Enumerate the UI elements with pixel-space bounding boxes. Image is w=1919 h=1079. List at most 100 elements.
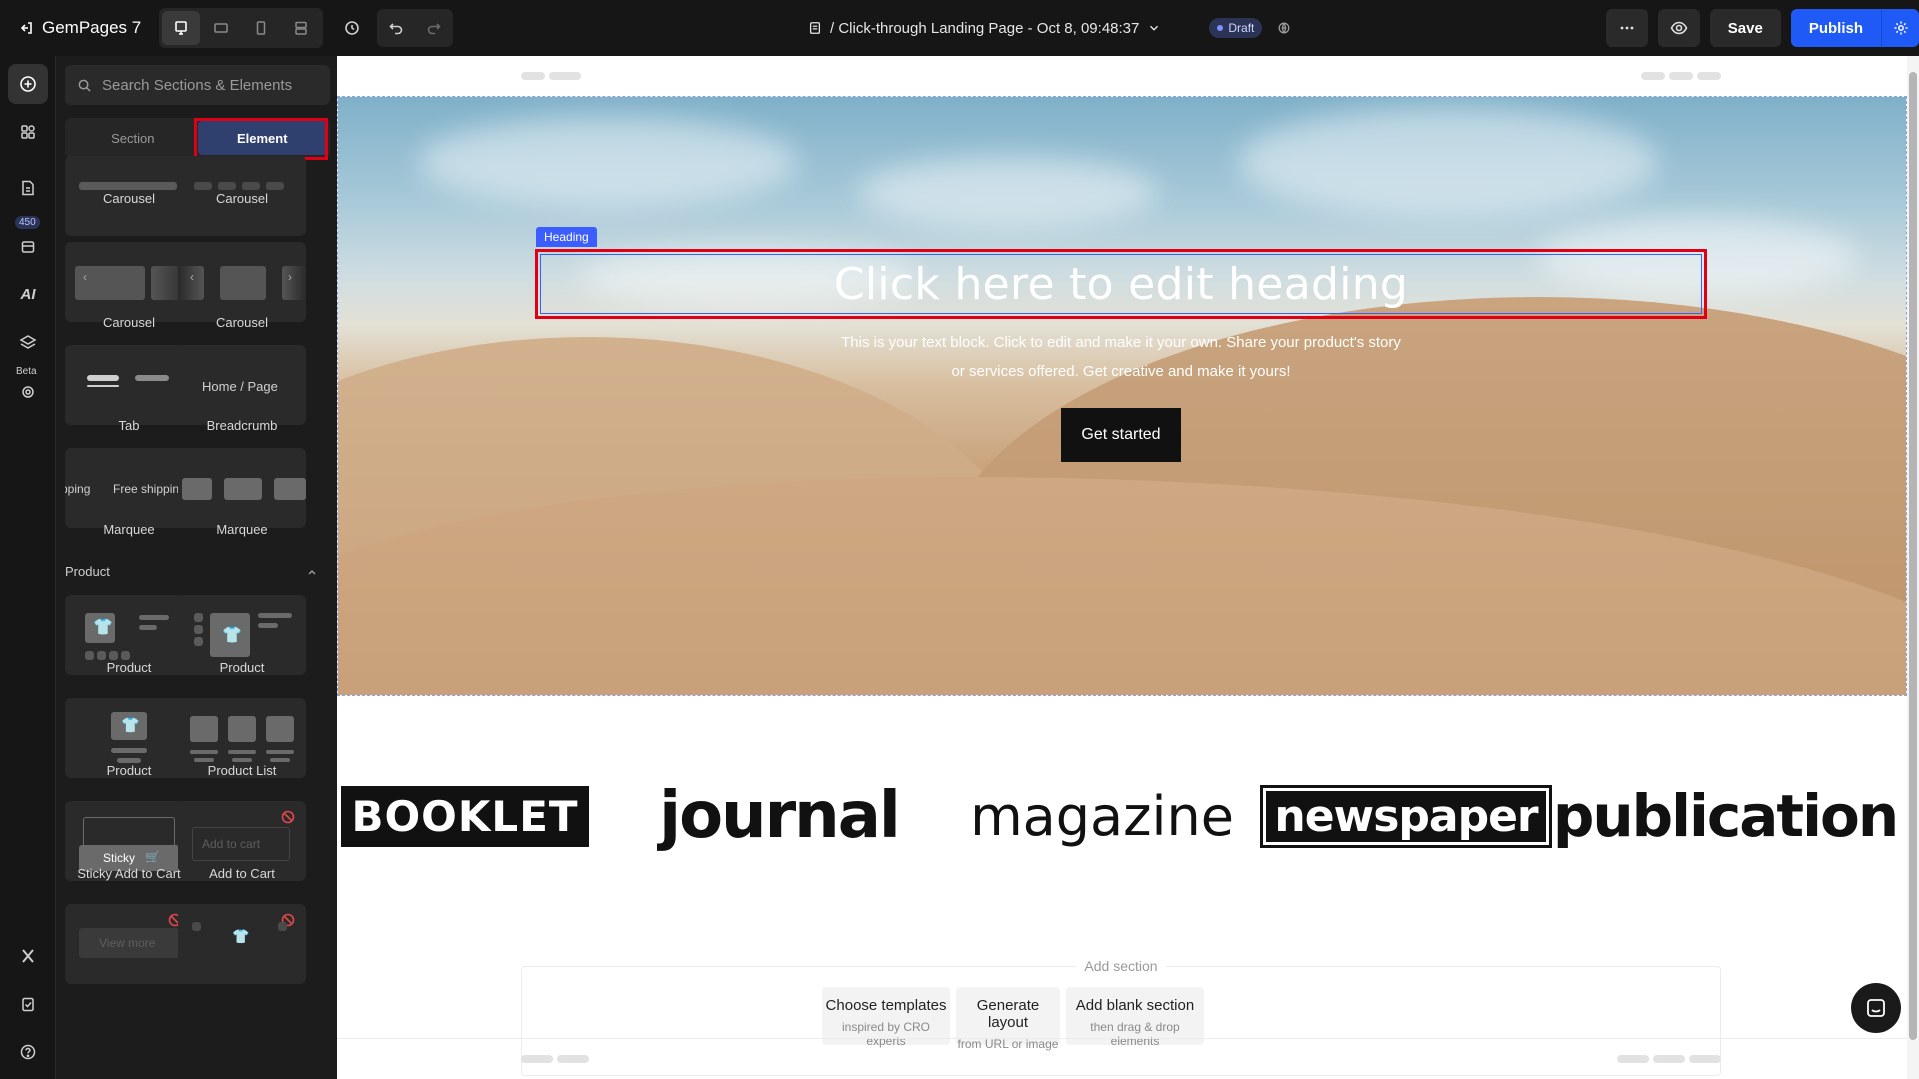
add-blank-section-button[interactable]: Add blank section then drag & drop eleme… — [1066, 987, 1204, 1048]
tile-label: Add to Cart — [209, 866, 275, 881]
help-button[interactable] — [8, 1032, 48, 1072]
cart-icon: 🛒 — [145, 850, 160, 864]
disabled-icon — [281, 810, 295, 824]
layers-button[interactable] — [8, 322, 48, 362]
skeleton-pill — [1689, 1055, 1721, 1063]
x-social-button[interactable] — [8, 936, 48, 976]
tile-label: Product List — [207, 763, 277, 778]
tab-element[interactable]: Element — [197, 121, 327, 155]
tile-label: Carousel — [215, 191, 269, 206]
save-button[interactable]: Save — [1709, 9, 1781, 47]
redo-button[interactable] — [415, 9, 453, 47]
pages-button[interactable] — [8, 168, 48, 208]
tile-carousel-4[interactable]: ‹ › — [178, 242, 306, 322]
marquee-preview: Free shipping — [113, 482, 186, 496]
tshirt-icon: 👕 — [121, 717, 140, 734]
tablet-view-button[interactable] — [202, 11, 240, 45]
skeleton-pill — [557, 1055, 589, 1063]
search-input[interactable] — [102, 76, 312, 94]
chat-icon — [1867, 999, 1885, 1017]
mobile-view-button[interactable] — [242, 11, 280, 45]
logo-journal: journal — [659, 779, 901, 853]
chevron-left-icon: ‹ — [83, 270, 87, 284]
box-icon — [21, 241, 35, 253]
desktop-icon — [175, 21, 188, 35]
logo-booklet: BOOKLET — [341, 771, 589, 861]
layers-icon — [19, 335, 37, 349]
history-button[interactable] — [333, 9, 371, 47]
hero-section[interactable] — [337, 96, 1907, 696]
skeleton-pill — [1617, 1055, 1649, 1063]
view-more-preview: View more — [99, 936, 156, 950]
page-selector[interactable]: / Click-through Landing Page - Oct 8, 09… — [808, 0, 1298, 56]
exit-icon — [20, 22, 32, 34]
add-elements-button[interactable] — [8, 64, 48, 104]
page-icon — [809, 22, 821, 34]
cro-tools-button[interactable] — [8, 372, 48, 412]
tshirt-icon: 👕 — [93, 619, 113, 636]
tile-marquee-1[interactable]: pping Free shipping — [65, 448, 193, 528]
breadcrumb-preview: Home / Page — [202, 379, 278, 394]
tshirt-icon: 👕 — [222, 627, 242, 644]
apps-button[interactable] — [8, 226, 48, 266]
hero-heading[interactable]: Click here to edit heading — [540, 254, 1702, 314]
choose-templates-button[interactable]: Choose templates inspired by CRO experts — [822, 987, 950, 1048]
tile-label: Marquee — [216, 522, 268, 537]
editor-canvas: Heading Click here to edit heading This … — [337, 56, 1919, 1079]
ellipsis-icon — [1620, 26, 1634, 30]
hero-text-line: This is your text block. Click to edit a… — [841, 334, 1401, 351]
button-subtitle: inspired by CRO experts — [841, 1020, 931, 1048]
tile-carousel-3[interactable]: ‹ — [65, 242, 193, 322]
tile-tab[interactable] — [65, 345, 193, 425]
sections-library-button[interactable] — [8, 112, 48, 152]
tile-view-more[interactable]: View more — [65, 904, 193, 984]
desktop-view-button[interactable] — [162, 11, 201, 45]
tile-label: Carousel — [215, 315, 269, 330]
canvas-scrollbar[interactable] — [1907, 56, 1919, 1079]
device-switcher — [159, 8, 324, 48]
status-badge: Draft — [1209, 18, 1263, 38]
panel-tabs: Section Element — [65, 118, 330, 158]
shopify-link-button[interactable] — [1270, 9, 1298, 47]
layout-view-button[interactable] — [282, 11, 320, 45]
tile-marquee-2[interactable] — [178, 448, 306, 528]
chat-support-button[interactable] — [1851, 983, 1901, 1033]
clipboard-icon — [22, 997, 34, 1012]
logo-booklet-text: BOOKLET — [341, 785, 589, 847]
undo-redo-group — [377, 9, 454, 47]
publish-settings-button[interactable] — [1881, 9, 1919, 47]
tab-section[interactable]: Section — [68, 121, 198, 155]
mobile-icon — [256, 21, 266, 35]
scrollbar-thumb[interactable] — [1909, 72, 1917, 1040]
logo-strip[interactable]: BOOKLET journal magazine newspaper publi… — [337, 771, 1907, 861]
chevron-down-icon — [1150, 25, 1159, 31]
status-dot — [1217, 25, 1224, 31]
undo-button[interactable] — [377, 9, 415, 47]
ai-button[interactable]: AI — [8, 274, 48, 314]
publish-button[interactable]: Publish — [1790, 9, 1881, 47]
search-icon — [78, 79, 91, 92]
chevron-right-icon: › — [288, 270, 292, 284]
product-category-header[interactable]: Product — [65, 564, 110, 579]
skeleton-pill — [521, 1055, 553, 1063]
chevron-left-icon: ‹ — [190, 270, 194, 284]
preview-button[interactable] — [1657, 9, 1700, 47]
tile-product-bundle[interactable]: 👕 — [178, 904, 306, 984]
tile-label: Breadcrumb — [206, 418, 278, 433]
chevron-up-icon[interactable] — [306, 566, 318, 578]
get-started-button[interactable]: Get started — [1061, 408, 1181, 462]
generate-layout-button[interactable]: Generate layout from URL or image — [956, 987, 1060, 1051]
skeleton-pill — [1697, 72, 1721, 80]
search-field — [65, 65, 330, 105]
more-options-button[interactable] — [1605, 9, 1648, 47]
hero-text-block[interactable]: This is your text block. Click to edit a… — [721, 328, 1521, 386]
status-label: Draft — [1228, 21, 1255, 35]
button-subtitle: from URL or image — [957, 1037, 1059, 1051]
eye-icon — [1670, 21, 1688, 35]
tile-breadcrumb[interactable]: Home / Page — [178, 345, 306, 425]
back-to-dashboard-button[interactable]: GemPages 7 — [18, 18, 141, 38]
skeleton-pill — [1641, 72, 1665, 80]
divider — [337, 1038, 1907, 1039]
grid-icon — [21, 125, 35, 139]
tasks-button[interactable] — [8, 984, 48, 1024]
